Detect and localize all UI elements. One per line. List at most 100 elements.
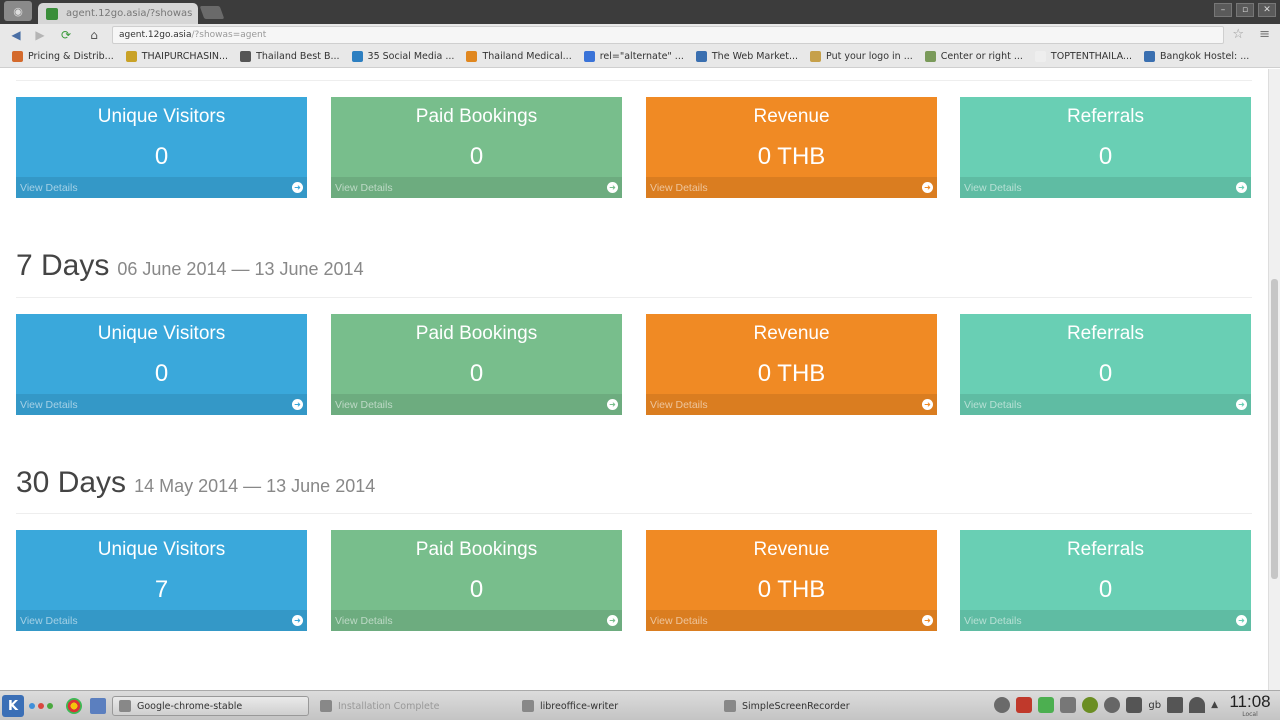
card-title: Revenue [753,323,830,344]
check-icon[interactable] [1038,697,1055,713]
arrow-circle-right-icon: ➜ [922,182,933,193]
bookmark-favicon-icon [12,51,23,62]
kde-menu-icon[interactable]: K [2,695,24,717]
bookmark-item[interactable]: 35 Social Media ... [346,48,461,66]
card-title: Unique Visitors [97,106,226,127]
taskbar-task[interactable]: SimpleScreenRecorder [718,696,914,716]
view-details-link[interactable]: View Details ➜ [646,177,937,198]
view-details-link[interactable]: View Details ➜ [16,610,307,631]
view-details-label: View Details [650,181,708,194]
home-icon[interactable]: ⌂ [86,27,102,43]
arrow-circle-right-icon: ➜ [922,399,933,410]
bookmark-item[interactable]: THAIPURCHASIN... [120,48,234,66]
page-scrollbar[interactable] [1268,69,1280,690]
task-app-icon [724,700,736,712]
card-title: Referrals [1066,106,1145,127]
card-title: Paid Bookings [415,539,538,560]
recorder-icon[interactable] [1016,697,1033,713]
view-details-link[interactable]: View Details ➜ [16,394,307,415]
bookmark-item[interactable]: Thailand Best B... [234,48,345,66]
arrow-circle-right-icon: ➜ [1236,182,1247,193]
paid-bookings-card: Paid Bookings 0 View Details ➜ [331,97,622,198]
keyboard-layout[interactable]: gb [1148,700,1161,711]
page-viewport: Unique Visitors 0 View Details ➜ Paid Bookin… [0,69,1268,690]
card-value: 0 [154,360,169,387]
divider [16,513,1252,514]
bookmark-item[interactable]: Thailand Medical... [460,48,577,66]
arrow-circle-right-icon: ➜ [292,182,303,193]
view-details-link[interactable]: View Details ➜ [16,177,307,198]
clock-timezone: Local [1242,711,1258,718]
chrome-launcher-icon[interactable] [66,698,82,714]
revenue-card: Revenue 0 THB View Details ➜ [646,530,937,631]
bookmark-item[interactable]: Bangkok Hostel: ... [1138,48,1255,66]
bookmark-item[interactable]: rel="alternate" ... [578,48,690,66]
scissors-icon[interactable] [1126,697,1143,713]
bookmark-item[interactable]: TOPTENTHAILA... [1029,48,1138,66]
gear-icon[interactable] [1104,697,1121,713]
network-globe-icon[interactable] [994,697,1011,713]
card-value: 0 [469,576,484,603]
browser-tabstrip: ◉ agent.12go.asia/?showas – ▫ ✕ [0,0,1280,24]
clock[interactable]: 11:08 Local [1224,693,1276,719]
volume-icon[interactable] [1167,697,1184,713]
view-details-label: View Details [20,181,78,194]
bookmark-item[interactable]: The Web Market... [690,48,804,66]
card-value: 7 [154,576,169,603]
bookmark-label: Bangkok Hostel: ... [1160,51,1250,62]
taskbar-task[interactable]: Google-chrome-stable [112,696,309,716]
bookmark-item[interactable]: Put your logo in ... [804,48,919,66]
view-details-label: View Details [335,614,393,627]
bookmark-star-icon[interactable]: ☆ [1232,27,1244,42]
card-title: Revenue [753,539,830,560]
revenue-card: Revenue 0 THB View Details ➜ [646,314,937,415]
view-details-label: View Details [964,181,1022,194]
arrow-circle-right-icon: ➜ [1236,615,1247,626]
card-title: Referrals [1066,539,1145,560]
arrow-circle-right-icon: ➜ [607,399,618,410]
forward-arrow-icon[interactable]: ▶ [32,27,48,43]
view-details-link[interactable]: View Details ➜ [960,610,1251,631]
view-details-link[interactable]: View Details ➜ [646,394,937,415]
view-details-link[interactable]: View Details ➜ [331,177,622,198]
paid-bookings-card: Paid Bookings 0 View Details ➜ [331,314,622,415]
tray-expand-icon[interactable]: ▲ [1211,700,1218,710]
settings-gear-icon[interactable] [1082,697,1099,713]
arrow-circle-right-icon: ➜ [1236,399,1247,410]
menu-icon[interactable]: ≡ [1259,27,1270,42]
bookmark-item[interactable]: Center or right ... [919,48,1029,66]
view-details-label: View Details [335,398,393,411]
view-details-link[interactable]: View Details ➜ [960,394,1251,415]
arrow-circle-right-icon: ➜ [292,615,303,626]
view-details-link[interactable]: View Details ➜ [331,610,622,631]
browser-profile-icon[interactable]: ◉ [4,1,32,21]
close-icon[interactable]: ✕ [1258,3,1276,17]
file-manager-icon[interactable] [90,698,106,714]
referrals-card: Referrals 0 View Details ➜ [960,97,1251,198]
taskbar: K Google-chrome-stable Installation Compl… [0,690,1280,720]
bookmark-item[interactable]: Pricing & Distrib... [6,48,120,66]
view-details-link[interactable]: View Details ➜ [646,610,937,631]
bookmark-favicon-icon [1144,51,1155,62]
revenue-card: Revenue 0 THB View Details ➜ [646,97,937,198]
card-value: 0 [1098,143,1113,170]
updates-icon[interactable] [1060,697,1077,713]
address-bar[interactable]: agent.12go.asia /?showas=agent [112,26,1224,44]
scrollbar-thumb[interactable] [1271,279,1278,579]
browser-tab[interactable]: agent.12go.asia/?showas [38,3,198,24]
back-arrow-icon[interactable]: ◀ [8,27,24,43]
minimize-icon[interactable]: – [1214,3,1232,17]
taskbar-task[interactable]: Installation Complete [314,696,510,716]
new-tab-button[interactable] [199,6,225,19]
reload-icon[interactable]: ⟳ [58,27,74,43]
section-header: 30 Days 14 May 2014 — 13 June 2014 [16,466,375,500]
view-details-label: View Details [964,614,1022,627]
view-details-label: View Details [650,614,708,627]
view-details-link[interactable]: View Details ➜ [331,394,622,415]
view-details-link[interactable]: View Details ➜ [960,177,1251,198]
maximize-icon[interactable]: ▫ [1236,3,1254,17]
taskbar-task[interactable]: libreoffice-writer [516,696,712,716]
bookmark-label: Thailand Medical... [482,51,572,62]
wifi-icon[interactable] [1189,697,1206,713]
referrals-card: Referrals 0 View Details ➜ [960,530,1251,631]
